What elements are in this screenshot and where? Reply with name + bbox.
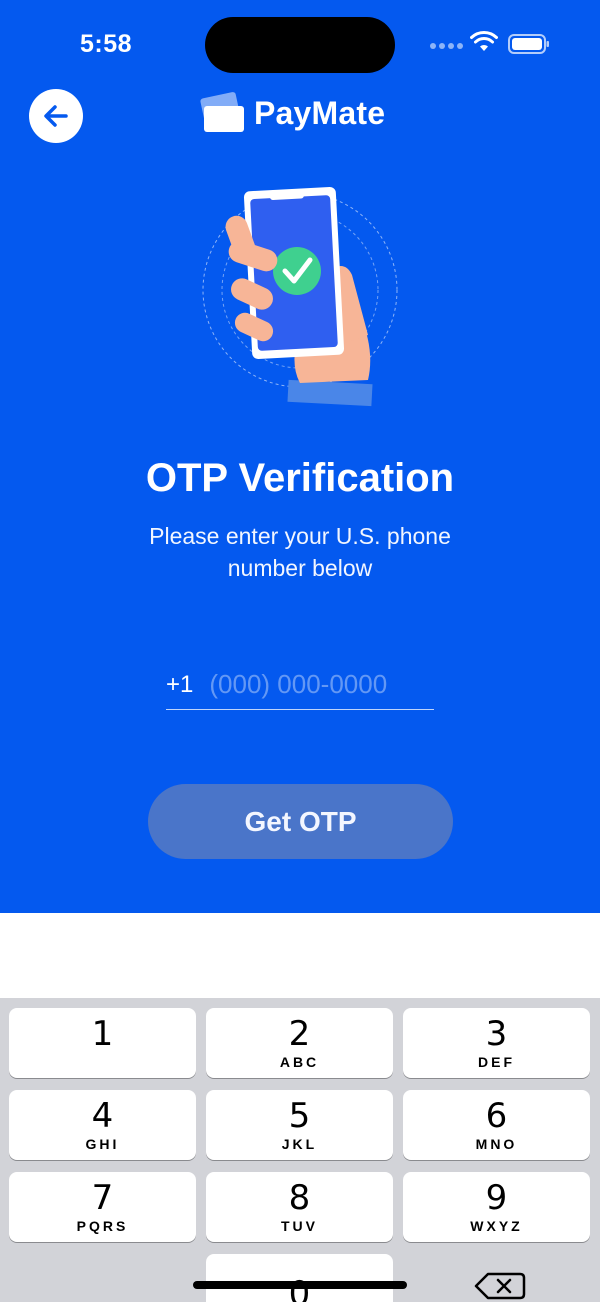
key-2[interactable]: 2 ABC [206,1008,393,1078]
key-0[interactable]: 0 [206,1254,393,1302]
phone-field[interactable]: +1 [166,660,440,710]
dynamic-island [205,17,395,73]
home-indicator[interactable] [193,1281,407,1289]
key-9[interactable]: 9 WXYZ [403,1172,590,1242]
phone-input[interactable] [209,669,440,700]
key-1[interactable]: 1 [9,1008,196,1078]
page-title: OTP Verification [145,456,455,500]
brand-name: PayMate [254,94,386,131]
back-button[interactable] [29,89,83,143]
key-5[interactable]: 5 JKL [206,1090,393,1160]
delete-key-icon[interactable] [470,1266,530,1302]
wallet-cards-icon [200,92,244,132]
battery-icon [508,34,549,54]
wifi-icon [470,30,498,51]
key-4[interactable]: 4 GHI [9,1090,196,1160]
status-time: 5:58 [80,30,133,58]
key-8[interactable]: 8 TUV [206,1172,393,1242]
phone-verified-illustration [202,187,398,407]
arrow-left-icon [44,105,68,127]
get-otp-button[interactable]: Get OTP [148,784,453,859]
key-6[interactable]: 6 MNO [403,1090,590,1160]
key-7[interactable]: 7 PQRS [9,1172,196,1242]
page-subtitle: Please enter your U.S. phone number belo… [149,523,451,581]
key-3[interactable]: 3 DEF [403,1008,590,1078]
country-code: +1 [166,670,194,698]
cellular-signal-icon [430,42,466,50]
brand-logo: PayMate [198,92,385,134]
